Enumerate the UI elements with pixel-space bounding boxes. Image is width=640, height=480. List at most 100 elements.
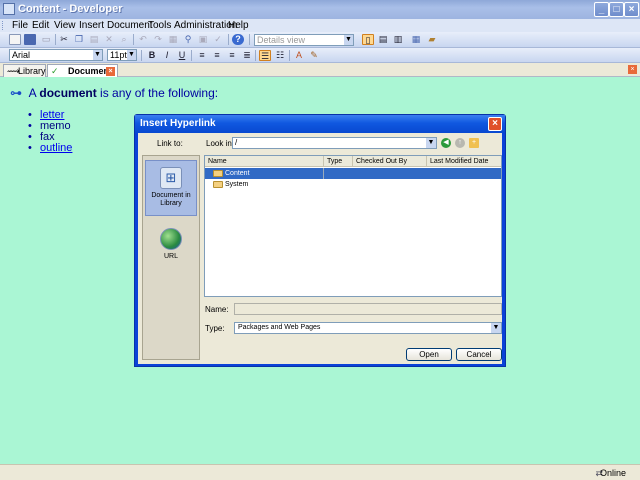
cut-icon[interactable]: ✂ (58, 34, 70, 45)
chevron-down-icon: ▼ (93, 50, 102, 60)
library-icon: ⟿ (7, 66, 20, 76)
cancel-button[interactable]: Cancel (456, 348, 502, 361)
file-list-header: Name Type Checked Out By Last Modified D… (205, 156, 501, 167)
align-center-icon[interactable]: ≡ (211, 50, 223, 61)
chevron-down-icon: ▼ (127, 50, 136, 60)
close-tab-icon[interactable]: × (106, 67, 115, 76)
folder-icon (213, 170, 223, 177)
document-icon: ⊞ (160, 167, 182, 189)
status-bar: ⇄ Online (0, 464, 640, 480)
undo-icon[interactable]: ↶ (137, 34, 149, 45)
bullet-list-icon[interactable]: ☰ (259, 50, 271, 61)
title-bar: Content - Developer _ □ × (0, 0, 640, 19)
insert-hyperlink-dialog: Insert Hyperlink × Link to: Look in: / ▼… (134, 114, 506, 367)
menu-document[interactable]: Document (107, 20, 153, 31)
column-last-modified[interactable]: Last Modified Date (427, 156, 501, 167)
italic-button[interactable]: I (161, 50, 173, 61)
look-in-label: Look in: (206, 139, 235, 148)
chevron-down-icon: ▼ (426, 138, 436, 148)
back-icon[interactable]: ◀ (441, 138, 451, 148)
checkmark-icon: ✓ (51, 66, 59, 76)
places-bar: ⊞ Document in Library URL (142, 155, 200, 360)
properties-icon[interactable]: ▦ (410, 34, 422, 45)
column-checked-out-by[interactable]: Checked Out By (353, 156, 427, 167)
save-icon[interactable] (24, 34, 36, 45)
bullet-list: letter memo fax outline (28, 110, 72, 155)
close-document-icon[interactable]: × (628, 65, 637, 74)
link-to-label: Link to: (157, 139, 183, 148)
menu-insert[interactable]: Insert (79, 20, 104, 31)
help-icon[interactable]: ? (232, 34, 244, 45)
redo-icon[interactable]: ↷ (152, 34, 164, 45)
grip-handle[interactable] (2, 21, 5, 30)
publish-icon[interactable]: ▰ (426, 34, 438, 45)
bold-button[interactable]: B (146, 50, 158, 61)
layout-split-vertical-icon[interactable]: ▥ (392, 34, 404, 45)
key-icon: ⊶ (10, 86, 22, 100)
layout-split-horizontal-icon[interactable]: ▤ (377, 34, 389, 45)
underline-button[interactable]: U (176, 50, 188, 61)
find-icon[interactable]: ⌕ (118, 34, 130, 45)
format-toolbar: Arial ▼ 11pt ▼ B I U ≡ ≡ ≡ ≣ ☰ ☷ A ✎ (0, 48, 640, 63)
globe-icon (160, 228, 182, 250)
table-row[interactable]: System (205, 179, 501, 190)
paste-icon[interactable]: ▤ (88, 34, 100, 45)
place-document-in-library[interactable]: ⊞ Document in Library (145, 160, 197, 216)
maximize-button[interactable]: □ (609, 2, 624, 17)
text-color-icon[interactable]: A (293, 50, 305, 61)
tab-bar: ⟿ Library ✓ Document × × (0, 63, 640, 77)
menu-tools[interactable]: Tools (148, 20, 171, 31)
new-document-icon[interactable] (9, 34, 21, 45)
minimize-button[interactable]: _ (594, 2, 609, 17)
font-combo[interactable]: Arial ▼ (9, 49, 103, 61)
type-label: Type: (205, 324, 225, 333)
name-label: Name: (205, 305, 229, 314)
menu-edit[interactable]: Edit (32, 20, 49, 31)
file-list[interactable]: Name Type Checked Out By Last Modified D… (204, 155, 502, 297)
copy-icon[interactable]: ❐ (73, 34, 85, 45)
dialog-body: Link to: Look in: / ▼ ◀ ↑ + ⊞ Document i… (138, 133, 502, 364)
place-url[interactable]: URL (145, 222, 197, 274)
folder-icon (213, 181, 223, 188)
close-button[interactable]: × (624, 2, 639, 17)
size-combo[interactable]: 11pt ▼ (107, 49, 137, 61)
open-button[interactable]: Open (406, 348, 452, 361)
link-outline[interactable]: outline (40, 142, 72, 154)
tab-library[interactable]: ⟿ Library (3, 64, 46, 77)
type-select[interactable]: Packages and Web Pages ▼ (234, 322, 502, 334)
justify-icon[interactable]: ≣ (241, 50, 253, 61)
link-icon[interactable]: ⚲ (182, 34, 194, 45)
up-folder-icon[interactable]: ↑ (455, 138, 465, 148)
look-in-combo[interactable]: / ▼ (232, 137, 437, 149)
print-icon[interactable]: ▭ (40, 34, 52, 45)
view-combo[interactable]: Details view ▼ (254, 34, 354, 46)
table-row[interactable]: Content (205, 168, 501, 179)
numbered-list-icon[interactable]: ☷ (274, 50, 286, 61)
align-left-icon[interactable]: ≡ (196, 50, 208, 61)
menu-bar: File Edit View Insert Document Tools Adm… (0, 19, 640, 32)
column-type[interactable]: Type (324, 156, 353, 167)
image-icon[interactable]: ▣ (197, 34, 209, 45)
menu-help[interactable]: Help (228, 20, 249, 31)
layout-single-icon[interactable]: ▯ (362, 34, 374, 45)
list-item: outline (28, 142, 72, 155)
chevron-down-icon: ▼ (344, 35, 353, 45)
menu-file[interactable]: File (12, 20, 28, 31)
align-right-icon[interactable]: ≡ (226, 50, 238, 61)
name-field[interactable] (234, 303, 502, 315)
window-title: Content - Developer (18, 3, 123, 15)
dialog-close-button[interactable]: × (488, 117, 502, 131)
standard-toolbar: ▭ ✂ ❐ ▤ ✕ ⌕ ↶ ↷ ▦ ⚲ ▣ ✓ ? Details view ▼… (0, 32, 640, 48)
chevron-down-icon: ▼ (491, 323, 501, 333)
column-name[interactable]: Name (205, 156, 324, 167)
delete-icon[interactable]: ✕ (103, 34, 115, 45)
dialog-title-bar: Insert Hyperlink × (135, 115, 505, 133)
menu-view[interactable]: View (54, 20, 76, 31)
spell-check-icon[interactable]: ✓ (212, 34, 224, 45)
online-status: Online (599, 468, 626, 478)
dialog-title: Insert Hyperlink (140, 118, 216, 129)
tab-document[interactable]: ✓ Document × (47, 64, 118, 77)
new-folder-icon[interactable]: + (469, 138, 479, 148)
highlight-icon[interactable]: ✎ (308, 50, 320, 61)
insert-table-icon[interactable]: ▦ (167, 34, 179, 45)
